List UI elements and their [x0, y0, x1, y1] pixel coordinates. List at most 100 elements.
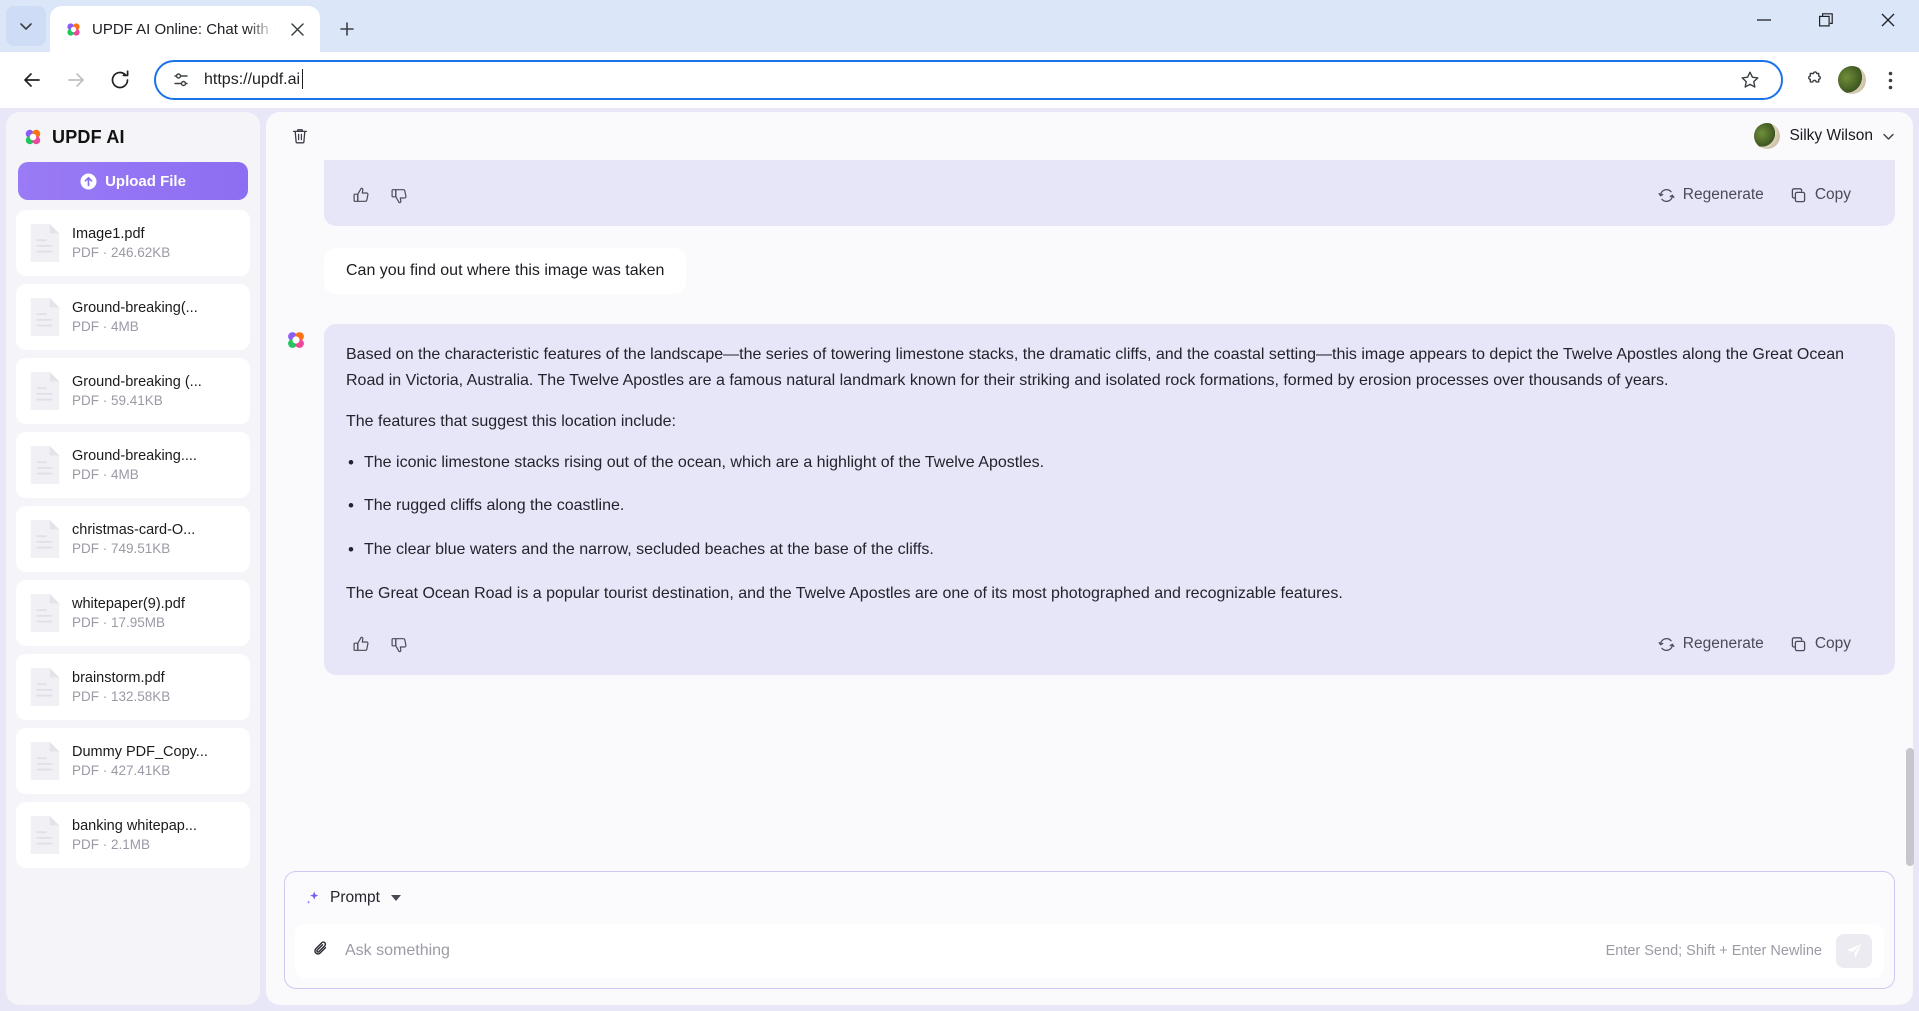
copy-icon: [1790, 636, 1807, 653]
regenerate-button[interactable]: Regenerate: [1658, 635, 1764, 653]
sparkle-icon: [305, 890, 321, 906]
copy-button[interactable]: Copy: [1790, 186, 1851, 204]
copy-button[interactable]: Copy: [1790, 635, 1851, 653]
composer-input-row: Enter Send; Shift + Enter Newline: [295, 924, 1884, 978]
file-name: brainstorm.pdf: [72, 670, 170, 686]
maximize-button[interactable]: [1795, 0, 1857, 40]
pdf-file-icon: [28, 815, 62, 855]
upload-arrow-icon: [80, 173, 97, 190]
file-list[interactable]: Image1.pdf PDF · 246.62KB Ground-breakin…: [6, 210, 260, 1005]
user-name: Silky Wilson: [1789, 127, 1873, 145]
close-window-button[interactable]: [1857, 0, 1919, 40]
message-actions: Regenerate Copy: [346, 172, 1873, 216]
user-avatar-icon: [1754, 123, 1780, 149]
extensions-puzzle-icon[interactable]: [1797, 63, 1831, 97]
regenerate-label: Regenerate: [1683, 635, 1764, 653]
thumbs-down-icon[interactable]: [384, 180, 414, 210]
browser-tab[interactable]: UPDF AI Online: Chat with PDF: [50, 6, 320, 52]
file-meta: PDF · 59.41KB: [72, 393, 202, 408]
paperclip-icon[interactable]: [311, 939, 331, 964]
thumbs-down-icon[interactable]: [384, 629, 414, 659]
prompt-dropdown-button[interactable]: Prompt: [305, 889, 401, 907]
chat-scroll-area[interactable]: the interplay of land and sea. It evokes…: [266, 160, 1913, 871]
three-dots-menu-icon[interactable]: [1873, 63, 1907, 97]
main-header: Silky Wilson: [266, 112, 1913, 160]
file-list-item[interactable]: Ground-breaking.... PDF · 4MB: [16, 432, 250, 498]
regenerate-label: Regenerate: [1683, 186, 1764, 204]
assistant-message-text: the interplay of land and sea. It evokes…: [346, 160, 1873, 172]
file-meta: PDF · 246.62KB: [72, 245, 170, 260]
browser-window: UPDF AI Online: Chat with PDF: [0, 0, 1919, 1011]
delete-chat-button[interactable]: [284, 120, 316, 152]
web-page: UPDF AI Upload File Image1.pdf PDF · 246…: [0, 108, 1919, 1011]
thumbs-up-icon[interactable]: [346, 180, 376, 210]
brand: UPDF AI: [6, 112, 260, 156]
file-name: Dummy PDF_Copy...: [72, 744, 208, 760]
close-icon: [1881, 13, 1895, 27]
file-meta: PDF · 132.58KB: [72, 689, 170, 704]
file-list-item[interactable]: Ground-breaking (... PDF · 59.41KB: [16, 358, 250, 424]
tab-title: UPDF AI Online: Chat with PDF: [92, 21, 275, 38]
address-bar[interactable]: https://updf.ai: [154, 60, 1783, 100]
reload-button[interactable]: [100, 60, 140, 100]
user-avatar-slot: [284, 248, 312, 252]
back-arrow-icon: [21, 69, 43, 91]
file-list-item[interactable]: Ground-breaking(... PDF · 4MB: [16, 284, 250, 350]
scrollbar-thumb[interactable]: [1906, 748, 1914, 866]
file-name: whitepaper(9).pdf: [72, 596, 185, 612]
send-paper-plane-icon: [1845, 942, 1863, 960]
minimize-button[interactable]: [1733, 0, 1795, 40]
composer: Prompt Enter Send; Shift + Enter Newline: [284, 871, 1895, 989]
url-text: https://updf.ai: [204, 71, 300, 89]
user-menu[interactable]: Silky Wilson: [1754, 123, 1895, 149]
close-icon[interactable]: [284, 16, 310, 42]
file-name: Ground-breaking(...: [72, 300, 198, 316]
tune-sliders-icon[interactable]: [170, 69, 192, 91]
trash-icon: [290, 126, 310, 146]
window-controls: [1733, 0, 1919, 52]
message-actions: Regenerate Copy: [346, 621, 1873, 665]
restore-icon: [1819, 13, 1833, 27]
back-button[interactable]: [12, 60, 52, 100]
page-scrollbar[interactable]: [1903, 108, 1917, 1011]
chat-message-assistant: Based on the characteristic features of …: [284, 324, 1895, 675]
composer-area: Prompt Enter Send; Shift + Enter Newline: [266, 871, 1913, 1005]
sidebar: UPDF AI Upload File Image1.pdf PDF · 246…: [6, 112, 260, 1005]
upload-file-button[interactable]: Upload File: [18, 162, 248, 200]
browser-toolbar: https://updf.ai: [0, 52, 1919, 108]
pdf-file-icon: [28, 519, 62, 559]
profile-avatar-icon[interactable]: [1835, 63, 1869, 97]
new-tab-button[interactable]: [330, 12, 364, 46]
chevron-down-icon: [19, 19, 33, 33]
star-icon[interactable]: [1733, 63, 1767, 97]
file-list-item[interactable]: brainstorm.pdf PDF · 132.58KB: [16, 654, 250, 720]
refresh-icon: [1658, 187, 1675, 204]
chat-message-assistant-clipped: the interplay of land and sea. It evokes…: [284, 160, 1895, 226]
file-meta: PDF · 427.41KB: [72, 763, 208, 778]
pdf-file-icon: [28, 741, 62, 781]
file-meta: PDF · 4MB: [72, 319, 198, 334]
send-button[interactable]: [1836, 934, 1872, 968]
regenerate-button[interactable]: Regenerate: [1658, 186, 1764, 204]
ask-input[interactable]: [345, 942, 1592, 960]
file-list-item[interactable]: whitepaper(9).pdf PDF · 17.95MB: [16, 580, 250, 646]
assistant-bullet: The rugged cliffs along the coastline.: [346, 493, 1873, 519]
brand-name: UPDF AI: [52, 127, 125, 148]
file-list-item[interactable]: banking whitepap... PDF · 2.1MB: [16, 802, 250, 868]
user-message-text: Can you find out where this image was ta…: [324, 248, 686, 294]
updf-flower-icon: [284, 328, 308, 352]
forward-button[interactable]: [56, 60, 96, 100]
copy-icon: [1790, 187, 1807, 204]
reload-icon: [109, 69, 131, 91]
file-list-item[interactable]: christmas-card-O... PDF · 749.51KB: [16, 506, 250, 572]
file-meta: PDF · 2.1MB: [72, 837, 197, 852]
file-list-item[interactable]: Dummy PDF_Copy... PDF · 427.41KB: [16, 728, 250, 794]
prompt-label: Prompt: [330, 889, 380, 907]
file-name: christmas-card-O...: [72, 522, 195, 538]
tab-search-button[interactable]: [6, 6, 46, 46]
thumbs-up-icon[interactable]: [346, 629, 376, 659]
main-panel: Silky Wilson the interplay of land and s…: [266, 112, 1913, 1005]
send-hint: Enter Send; Shift + Enter Newline: [1606, 943, 1822, 959]
file-list-item[interactable]: Image1.pdf PDF · 246.62KB: [16, 210, 250, 276]
assistant-bullet: The clear blue waters and the narrow, se…: [346, 537, 1873, 563]
